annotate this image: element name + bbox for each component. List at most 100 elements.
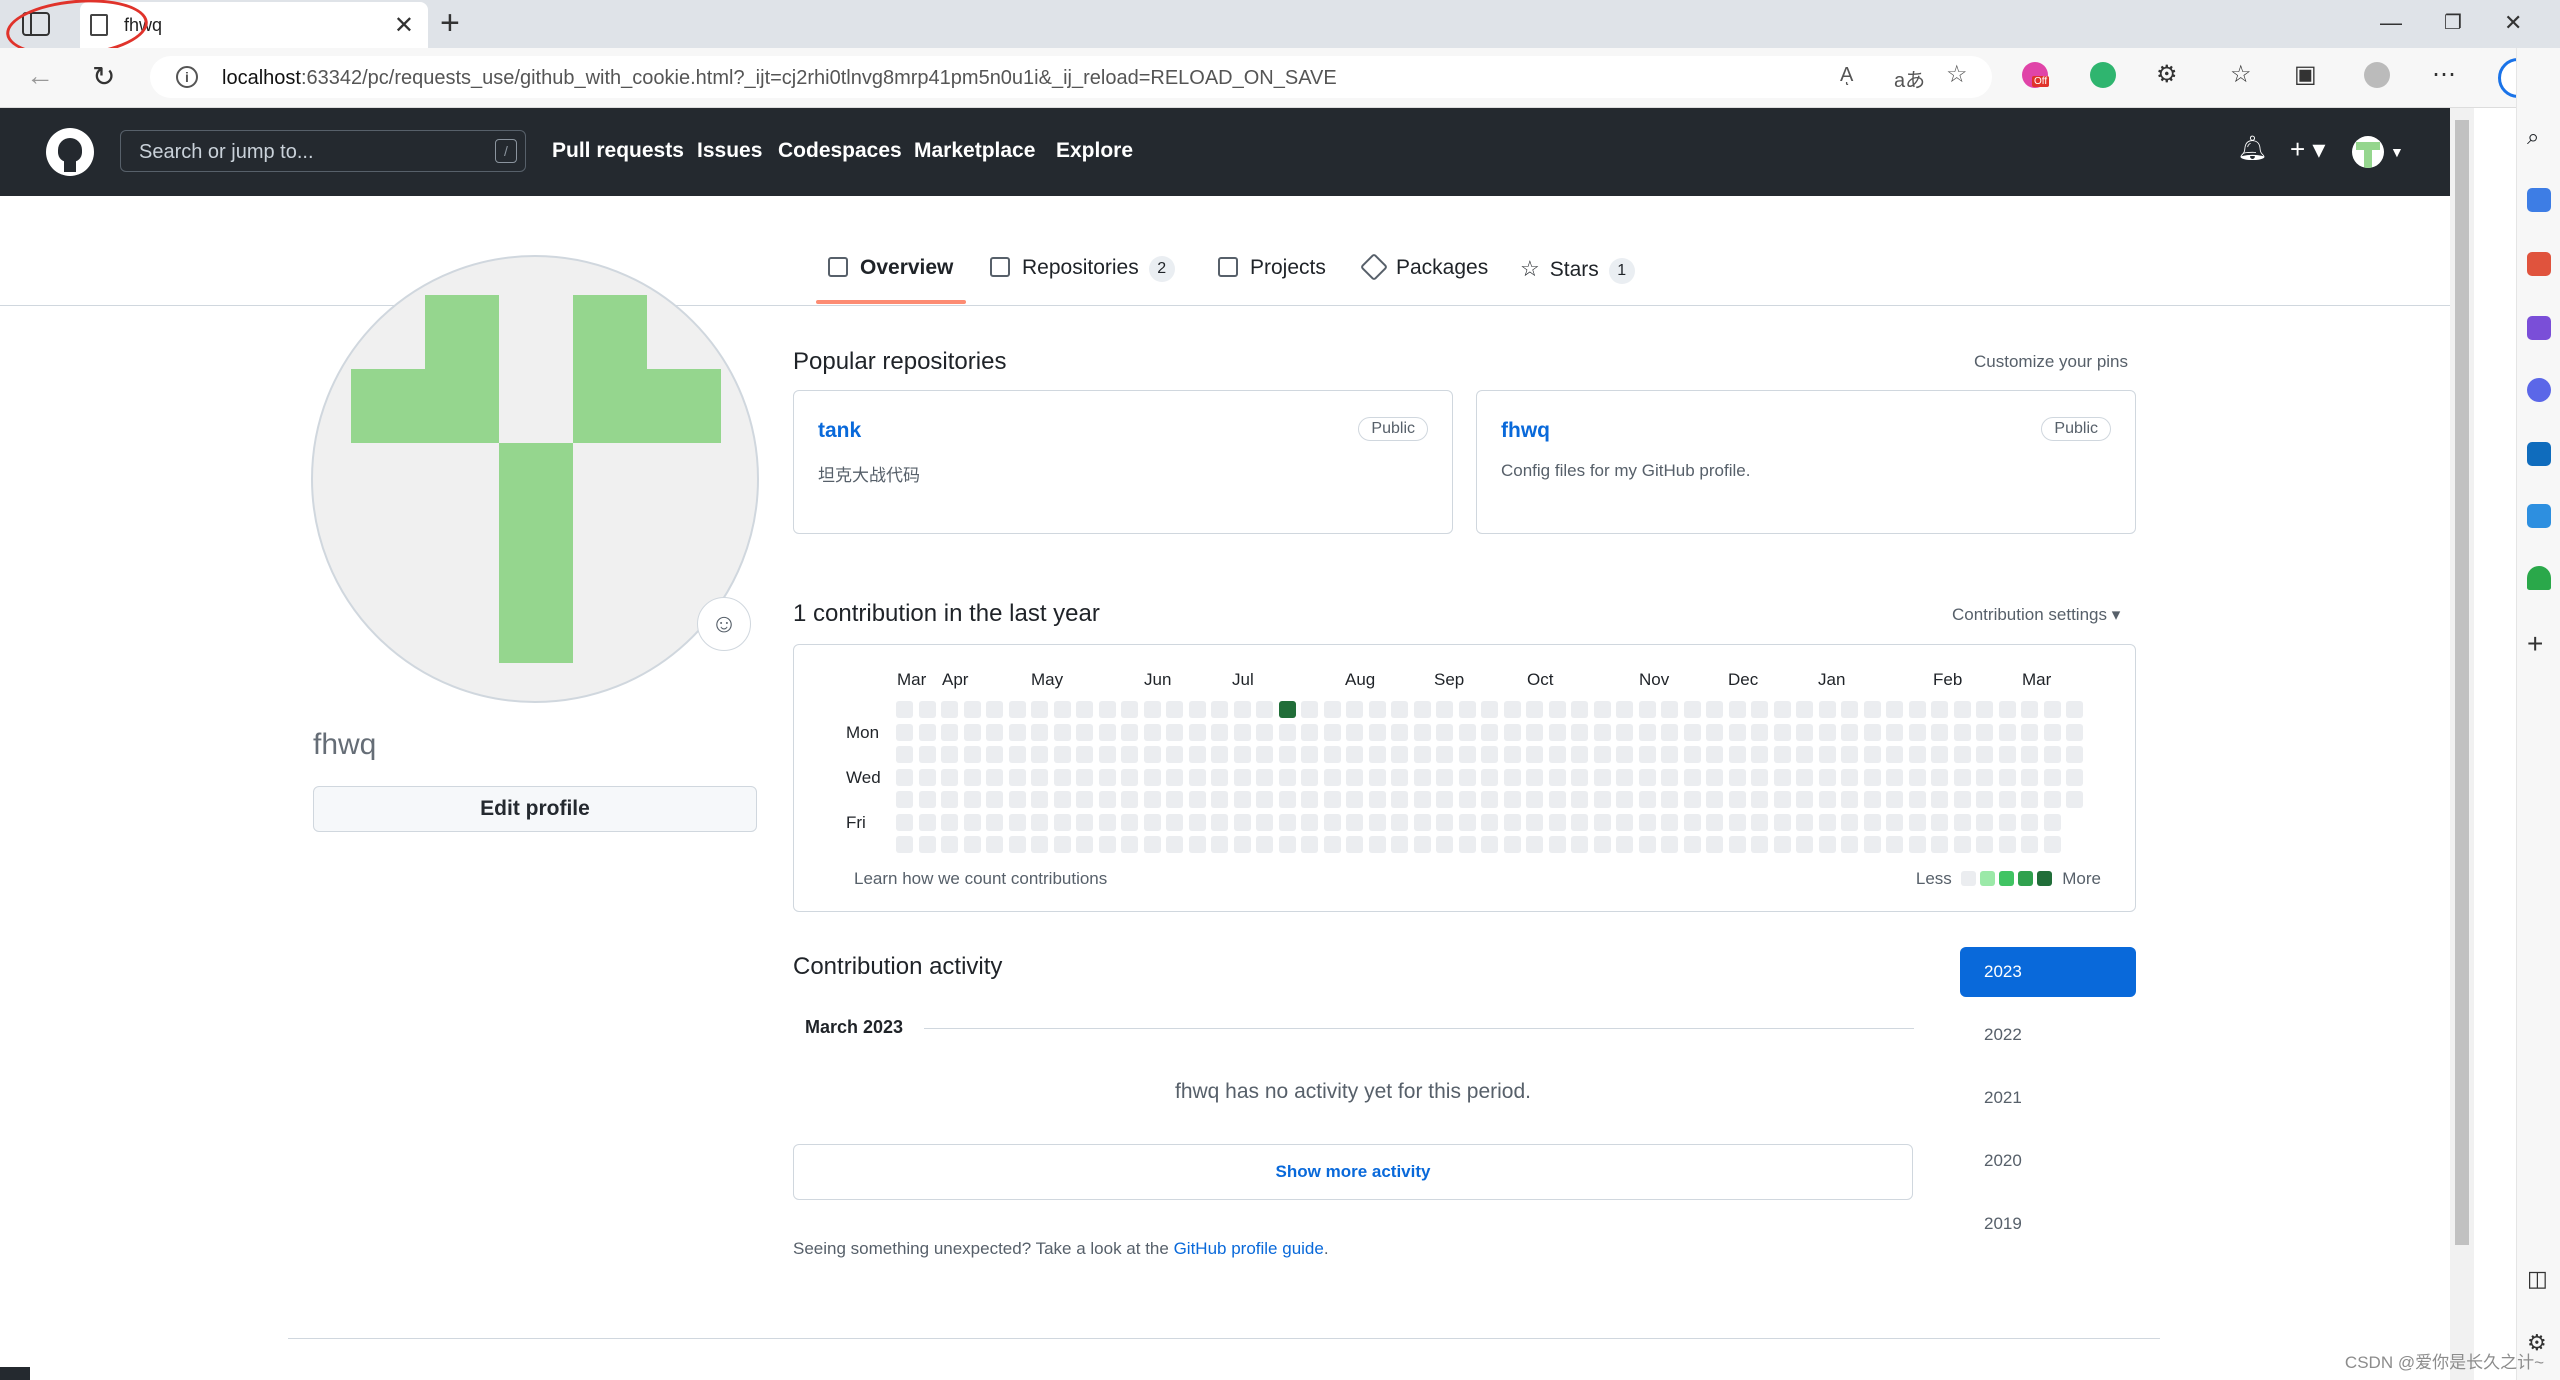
contribution-day-cell[interactable] [1031,813,1048,831]
user-menu-avatar[interactable] [2352,136,2384,168]
more-options-icon[interactable]: ⋯ [2432,60,2456,89]
contribution-day-cell[interactable] [1683,701,1701,718]
tab-repositories[interactable]: Repositories 2 [990,256,1175,282]
contribution-day-cell[interactable] [1908,701,1926,718]
contribution-day-cell[interactable] [1413,791,1431,808]
contribution-day-cell[interactable] [1841,836,1858,853]
contribution-day-cell[interactable] [1818,813,1836,831]
contribution-day-cell[interactable] [1233,746,1251,763]
contribution-day-cell[interactable] [1728,768,1746,786]
contribution-day-cell[interactable] [1728,791,1746,808]
contribution-day-cell[interactable] [1076,768,1093,786]
contribution-day-cell[interactable] [1616,701,1633,718]
contribution-day-cell[interactable] [941,791,958,808]
contribution-day-cell[interactable] [1166,701,1183,718]
contribution-day-cell[interactable] [2021,701,2038,718]
contribution-day-cell[interactable] [1998,836,2016,853]
contribution-day-cell[interactable] [1233,836,1251,853]
contribution-day-cell[interactable] [1841,723,1858,741]
contribution-day-cell[interactable] [1143,813,1161,831]
contribution-day-cell[interactable] [1278,813,1296,831]
contribution-day-cell[interactable] [1121,836,1138,853]
contribution-day-cell[interactable] [1008,746,1026,763]
contribution-day-cell[interactable] [2043,836,2061,853]
page-scrollbar[interactable] [2450,108,2474,1380]
contribution-day-cell[interactable] [1503,791,1521,808]
contribution-day-cell[interactable] [1053,813,1071,831]
contribution-day-cell[interactable] [1458,768,1476,786]
contribution-day-cell[interactable] [1278,836,1296,853]
contribution-day-cell[interactable] [1976,746,1993,763]
contribution-day-cell[interactable] [1188,813,1206,831]
contribution-day-cell[interactable] [918,723,936,741]
contribution-day-cell[interactable] [1346,723,1363,741]
contribution-day-cell[interactable] [2043,813,2061,831]
bell-icon[interactable]: 🔔︎ [2237,134,2267,163]
contribution-day-cell[interactable] [1391,813,1408,831]
contribution-day-cell[interactable] [1301,768,1318,786]
contribution-day-cell[interactable] [1526,813,1543,831]
contribution-day-cell[interactable] [1436,813,1453,831]
contribution-day-cell[interactable] [1931,836,1948,853]
contribution-day-cell[interactable] [1503,813,1521,831]
contribution-day-cell[interactable] [963,813,981,831]
contribution-day-cell[interactable] [1076,836,1093,853]
contribution-day-cell[interactable] [1076,701,1093,718]
office-icon[interactable] [2527,378,2551,402]
edit-profile-button[interactable]: Edit profile [313,786,757,832]
contribution-day-cell[interactable] [1121,791,1138,808]
contribution-day-cell[interactable] [1908,813,1926,831]
contribution-day-cell[interactable] [1458,701,1476,718]
url-field[interactable]: i localhost:63342/pc/requests_use/github… [150,56,1992,98]
contribution-day-cell[interactable] [1796,723,1813,741]
contribution-day-cell[interactable] [1368,813,1386,831]
contribution-day-cell[interactable] [1976,836,1993,853]
contribution-day-cell[interactable] [1233,791,1251,808]
contribution-day-cell[interactable] [1931,813,1948,831]
telegram-icon[interactable] [2527,504,2551,528]
profile-avatar[interactable] [311,255,759,703]
contribution-day-cell[interactable] [1571,813,1588,831]
contribution-day-cell[interactable] [1886,746,1903,763]
contribution-day-cell[interactable] [1008,723,1026,741]
contribution-day-cell[interactable] [1503,746,1521,763]
contribution-day-cell[interactable] [1751,813,1768,831]
contribution-day-cell[interactable] [1931,701,1948,718]
contribution-day-cell[interactable] [1548,813,1566,831]
contribution-day-cell[interactable] [1616,836,1633,853]
contribution-day-cell[interactable] [941,813,958,831]
contribution-day-cell[interactable] [1886,836,1903,853]
contribution-day-cell[interactable] [2043,791,2061,808]
contribution-day-cell[interactable] [1706,746,1723,763]
contribution-day-cell[interactable] [1773,701,1791,718]
contribution-day-cell[interactable] [1436,723,1453,741]
contribution-day-cell[interactable] [1998,813,2016,831]
contribution-day-cell[interactable] [1751,701,1768,718]
contribution-day-cell[interactable] [896,723,913,741]
contribution-day-cell[interactable] [1661,746,1678,763]
contribution-day-cell[interactable] [1481,791,1498,808]
contribution-day-cell[interactable] [1098,723,1116,741]
url-text[interactable]: localhost:63342/pc/requests_use/github_w… [222,67,1337,90]
contribution-day-cell[interactable] [1526,836,1543,853]
contribution-day-cell[interactable] [941,746,958,763]
contribution-day-cell[interactable] [2066,768,2083,786]
contribution-day-cell[interactable] [1098,791,1116,808]
contribution-day-cell[interactable] [1751,723,1768,741]
contribution-day-cell[interactable] [1548,791,1566,808]
contribution-day-cell[interactable] [1548,768,1566,786]
contribution-day-cell[interactable] [1976,723,1993,741]
add-favorite-icon[interactable]: ☆ [1946,60,1968,89]
contribution-day-cell[interactable] [2043,746,2061,763]
contribution-day-cell[interactable] [1346,746,1363,763]
year-2023[interactable]: 2023 [1960,947,2136,997]
contribution-day-cell[interactable] [2021,836,2038,853]
contribution-day-cell[interactable] [1121,723,1138,741]
contribution-day-cell[interactable] [1818,791,1836,808]
contribution-day-cell[interactable] [1863,746,1881,763]
contribution-day-cell[interactable] [1368,768,1386,786]
contribution-day-cell[interactable] [1638,723,1656,741]
contribution-day-cell[interactable] [1121,813,1138,831]
back-icon[interactable]: ← [26,60,54,92]
contribution-day-cell[interactable] [1616,813,1633,831]
